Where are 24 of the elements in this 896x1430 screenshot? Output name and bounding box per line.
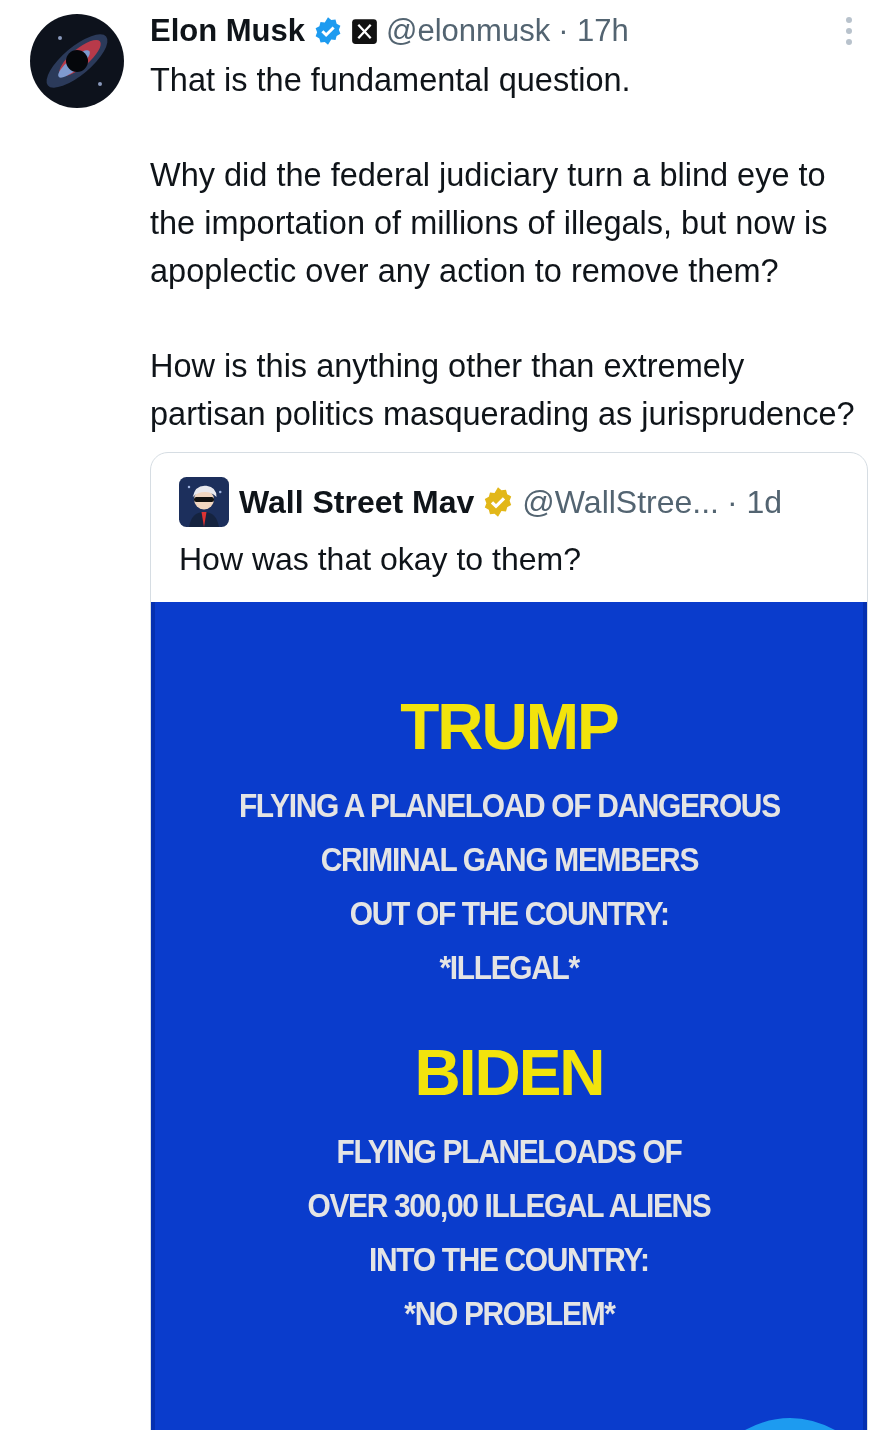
post-text: Why did the federal judiciary turn a blind eye to the importation of millions of illegals, but now is apoplectic over any action to remove them? [150,156,829,291]
image-headline: TRUMP [400,690,618,764]
author-handle[interactable]: @WallStree... [522,483,719,521]
image-caption: INTO THE COUNTRY: [369,1239,649,1280]
author-handle[interactable]: @elonmusk [386,13,551,49]
meme-image[interactable]: TRUMP FLYING A PLANELOAD OF DANGEROUS CRIMINAL GANG MEMBERS OUT OF THE COUNTRY: *ILLEGAL* BIDEN FLYING PLANELOADS OF OVER 300,00 ILLEGAL ALIENS INTO THE COUNTRY: *NO PROBLEM* [151,602,867,1430]
image-caption: FLYING PLANELOADS OF [336,1131,682,1172]
image-caption: *ILLEGAL* [439,947,579,988]
author-name[interactable]: Elon Musk [150,13,305,49]
image-caption: *NO PROBLEM* [403,1293,615,1334]
image-caption: FLYING A PLANELOAD OF DANGEROUS [238,785,780,826]
post-text: How was that okay to them? [179,541,582,578]
author-name[interactable]: Wall Street Mav [239,483,475,521]
quoted-post[interactable] [150,452,868,1430]
post-text: That is the fundamental question. [150,61,632,100]
image-caption: OUT OF THE COUNTRY: [349,893,669,934]
post-text: How is this anything other than extremely partisan politics masquerading as jurisprudence? [150,347,856,434]
post-time: · 1d [727,483,783,521]
image-caption: CRIMINAL GANG MEMBERS [320,839,698,880]
more-icon[interactable] [844,16,854,46]
post-time: · 17h [558,13,629,49]
floating-button[interactable] [745,1418,835,1430]
image-caption: OVER 300,00 ILLEGAL ALIENS [307,1185,711,1226]
image-headline: BIDEN [414,1036,604,1110]
